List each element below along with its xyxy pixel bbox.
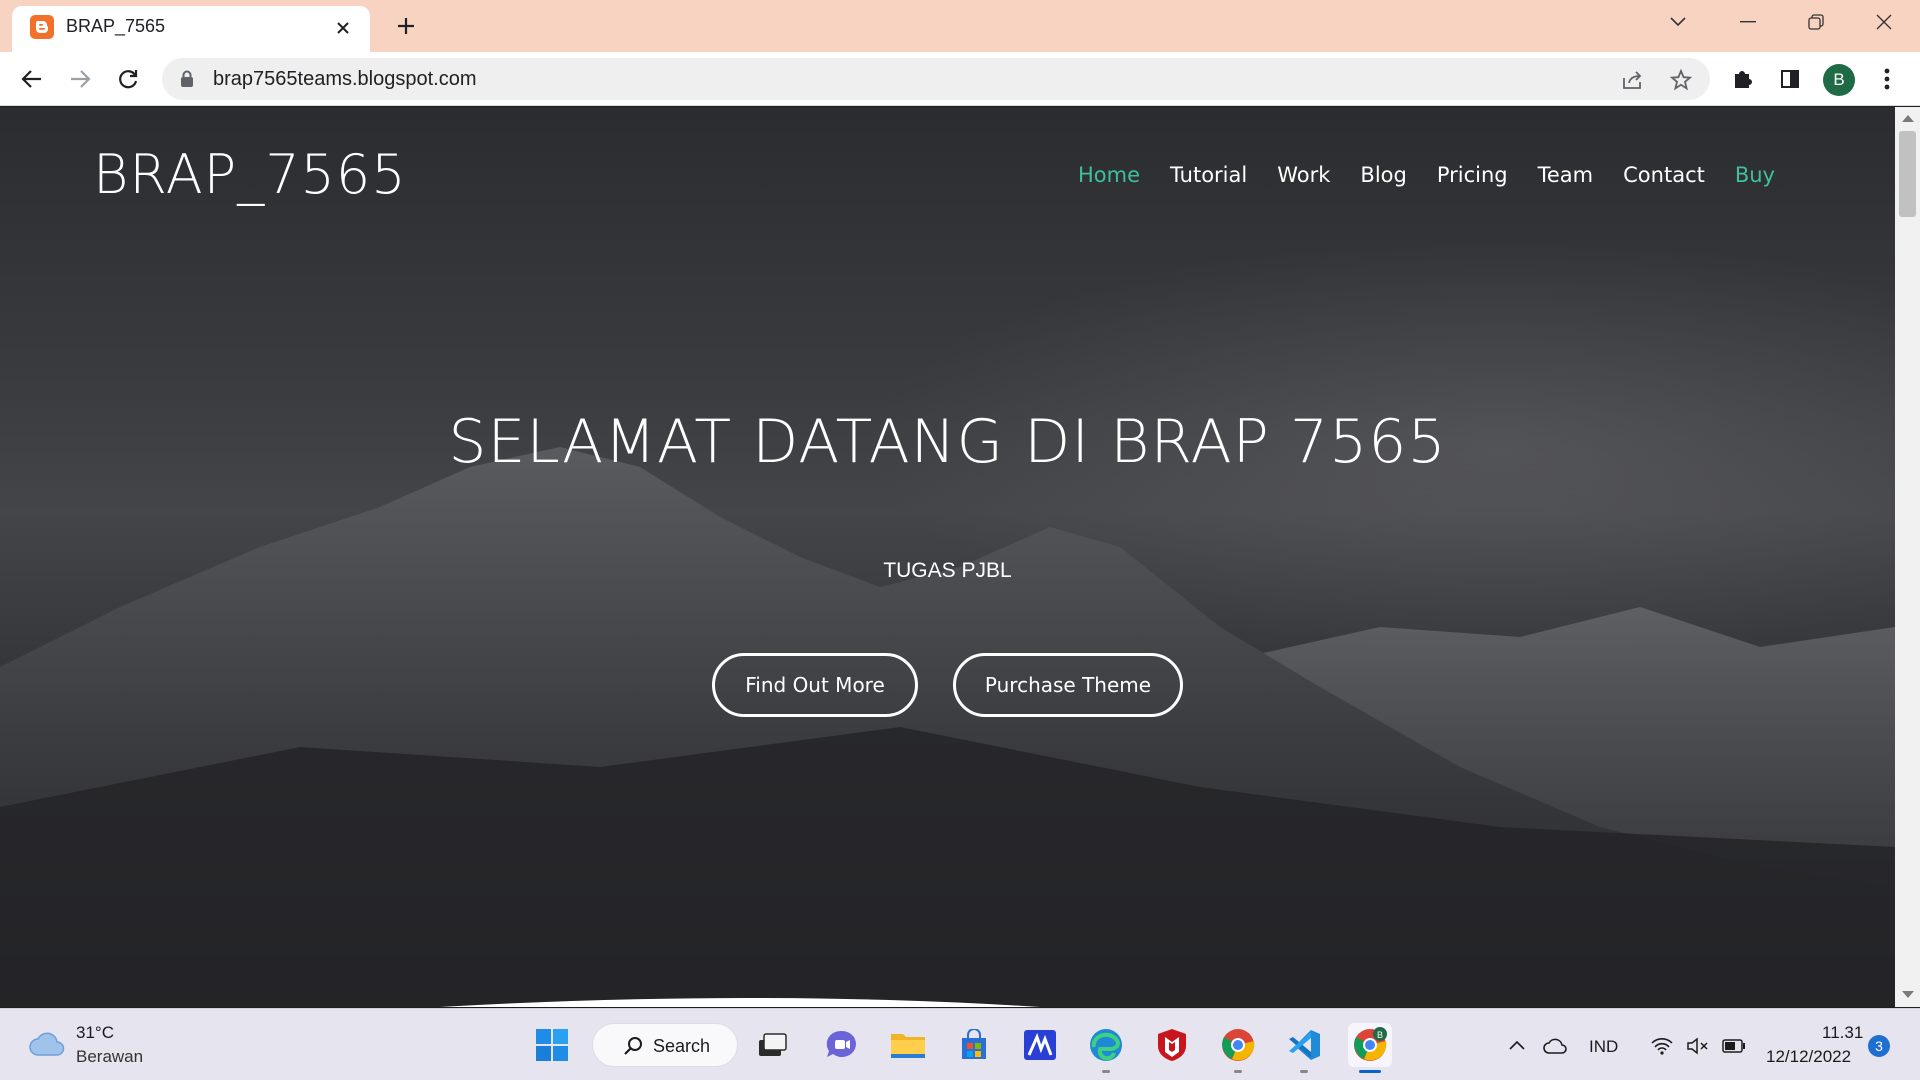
weather-description[interactable]: Berawan <box>76 1047 143 1067</box>
close-window-icon[interactable] <box>1864 8 1904 36</box>
share-icon[interactable] <box>1620 67 1646 93</box>
edge-icon[interactable] <box>1084 1023 1128 1073</box>
weather-temperature[interactable]: 31°C <box>76 1023 114 1043</box>
teams-chat-icon[interactable] <box>820 1023 864 1067</box>
taskbar-search[interactable]: Search <box>592 1023 738 1067</box>
start-icon[interactable] <box>530 1023 574 1067</box>
nav-home[interactable]: Home <box>1078 163 1140 187</box>
notification-badge[interactable]: 3 <box>1868 1035 1890 1057</box>
forward-icon[interactable] <box>64 63 96 95</box>
nav-buy[interactable]: Buy <box>1735 163 1775 187</box>
chrome-icon[interactable] <box>1216 1023 1260 1073</box>
address-bar[interactable]: brap7565teams.blogspot.com <box>162 58 1710 100</box>
close-tab-icon[interactable] <box>330 15 356 41</box>
mcafee-icon[interactable] <box>1150 1023 1194 1067</box>
nav-team[interactable]: Team <box>1538 163 1594 187</box>
search-icon <box>624 1037 642 1055</box>
site-logo[interactable]: BRAP_7565 <box>93 143 407 206</box>
hero-subtitle: TUGAS PJBL <box>883 559 1012 582</box>
section-divider-curve <box>440 998 1040 1007</box>
search-label: Search <box>653 1036 711 1056</box>
lock-icon[interactable] <box>180 70 194 88</box>
speaker-muted-icon[interactable] <box>1686 1037 1710 1055</box>
windows-taskbar: 31°C Berawan Search B IND 11.31 12/12/20… <box>0 1008 1920 1080</box>
cloud-weather-icon[interactable] <box>28 1031 66 1057</box>
browser-toolbar: brap7565teams.blogspot.com B <box>0 52 1920 106</box>
kebab-menu-icon[interactable] <box>1871 63 1903 95</box>
tab-title: BRAP_7565 <box>66 16 166 36</box>
page-scrollbar[interactable] <box>1895 107 1920 1007</box>
scrollbar-thumb[interactable] <box>1899 131 1916 217</box>
clock-date[interactable]: 12/12/2022 <box>1766 1047 1851 1067</box>
web-page: BRAP_7565 Home Tutorial Work Blog Pricin… <box>0 107 1895 1007</box>
nav-work[interactable]: Work <box>1277 163 1330 187</box>
url-text: brap7565teams.blogspot.com <box>213 68 477 90</box>
running-indicator <box>1102 1070 1110 1073</box>
hero-title: SELAMAT DATANG DI BRAP 7565 <box>448 407 1447 477</box>
nav-tutorial[interactable]: Tutorial <box>1170 163 1247 187</box>
chevron-up-icon[interactable] <box>1508 1039 1526 1051</box>
file-explorer-icon[interactable] <box>886 1023 930 1067</box>
tab-strip: BRAP_7565 <box>0 0 1920 52</box>
reload-icon[interactable] <box>112 63 144 95</box>
clock-time[interactable]: 11.31 <box>1822 1023 1863 1043</box>
find-out-more-button[interactable]: Find Out More <box>712 653 918 717</box>
new-tab-button[interactable] <box>392 12 420 40</box>
tab-search-chevron-icon[interactable] <box>1658 8 1698 36</box>
blogger-favicon-icon <box>30 15 54 39</box>
nav-pricing[interactable]: Pricing <box>1437 163 1508 187</box>
wifi-icon[interactable] <box>1650 1037 1674 1055</box>
running-indicator <box>1300 1070 1308 1073</box>
site-nav: Home Tutorial Work Blog Pricing Team Con… <box>1048 163 1775 187</box>
nav-blog[interactable]: Blog <box>1360 163 1406 187</box>
mountain-background-image <box>0 447 1895 1007</box>
task-view-icon[interactable] <box>750 1023 794 1067</box>
onedrive-cloud-icon[interactable] <box>1542 1037 1568 1055</box>
battery-icon[interactable] <box>1722 1039 1746 1053</box>
microsoft-store-icon[interactable] <box>952 1023 996 1067</box>
browser-tab[interactable]: BRAP_7565 <box>12 6 370 52</box>
running-indicator <box>1234 1070 1242 1073</box>
chrome-profile-icon[interactable]: B <box>1348 1023 1392 1073</box>
language-indicator[interactable]: IND <box>1589 1037 1618 1057</box>
svg-text:B: B <box>1377 1030 1383 1040</box>
profile-avatar[interactable]: B <box>1823 64 1855 96</box>
back-icon[interactable] <box>16 63 48 95</box>
extensions-puzzle-icon[interactable] <box>1726 63 1758 95</box>
bookmark-star-icon[interactable] <box>1668 67 1694 93</box>
active-indicator <box>1359 1070 1381 1073</box>
side-panel-icon[interactable] <box>1774 63 1806 95</box>
restore-icon[interactable] <box>1796 8 1836 36</box>
scroll-down-icon[interactable] <box>1902 991 1914 998</box>
purchase-theme-button[interactable]: Purchase Theme <box>953 653 1183 717</box>
minimize-icon[interactable] <box>1728 8 1768 36</box>
scroll-up-icon[interactable] <box>1902 115 1914 122</box>
vscode-icon[interactable] <box>1282 1023 1326 1073</box>
nav-contact[interactable]: Contact <box>1623 163 1705 187</box>
app-icon[interactable] <box>1018 1023 1062 1067</box>
